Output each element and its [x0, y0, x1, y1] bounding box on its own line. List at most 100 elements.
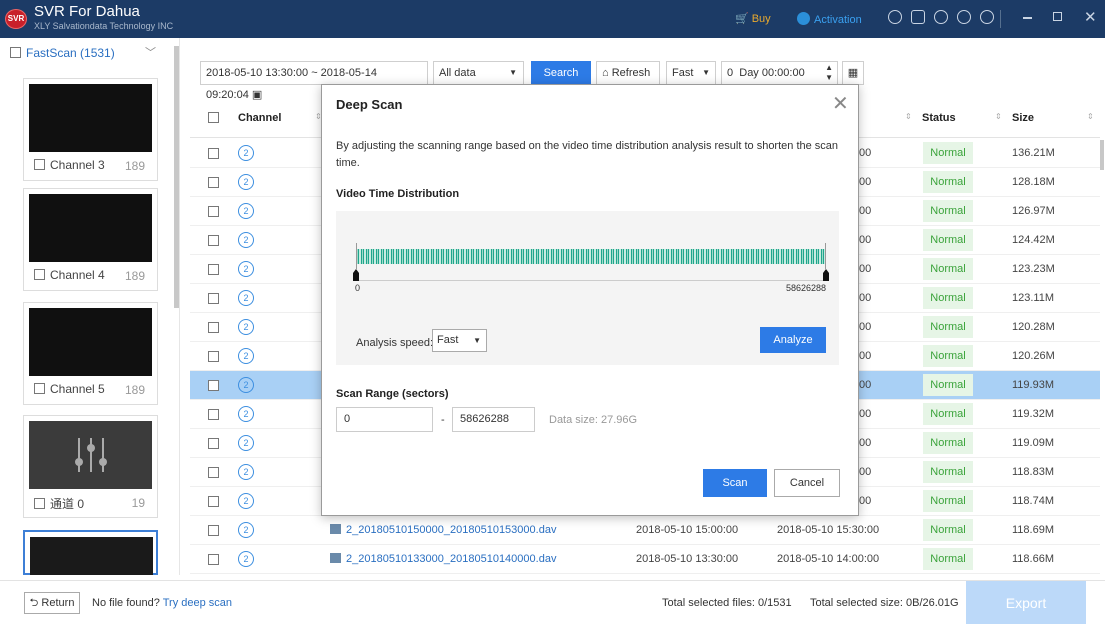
row-checkbox[interactable]: [208, 496, 219, 507]
status-badge: Normal: [923, 374, 973, 396]
row-checkbox[interactable]: [208, 293, 219, 304]
dropdown-arrow-icon: ▼: [702, 68, 710, 77]
channel-checkbox[interactable]: [34, 383, 45, 394]
date-range-picker[interactable]: 2018-05-10 13:30:00 ~ 2018-05-14 09:20:0…: [200, 61, 428, 101]
cancel-button[interactable]: Cancel: [774, 469, 840, 497]
table-row[interactable]: 2 2_20180510133000_20180510140000.dav 2018…: [190, 545, 1100, 574]
row-checkbox[interactable]: [208, 380, 219, 391]
analyze-button[interactable]: Analyze: [760, 327, 826, 353]
channel-sidebar: FastScan (1531) ﹀ Channel 3 189 Channel …: [0, 38, 180, 575]
scan-from-input[interactable]: 0: [336, 407, 433, 432]
range-max-handle[interactable]: [823, 269, 829, 281]
range-track[interactable]: [356, 280, 826, 281]
channel-card[interactable]: Channel 5 189: [23, 302, 158, 405]
refresh-button[interactable]: ⌂ Refresh: [596, 61, 660, 85]
sidebar-scrollbar[interactable]: [174, 46, 179, 308]
status-header[interactable]: Status: [922, 112, 956, 124]
channel-card[interactable]: Channel 3 189: [23, 78, 158, 181]
package-icon[interactable]: [911, 10, 925, 24]
row-checkbox[interactable]: [208, 148, 219, 159]
data-size-label: Data size: 27.96G: [549, 414, 638, 426]
sort-icon[interactable]: ⇕: [995, 112, 1002, 121]
cart-icon: 🛒: [735, 13, 749, 25]
speed-value: Fast: [672, 67, 694, 79]
fastscan-checkbox[interactable]: [10, 47, 21, 58]
chevron-down-icon[interactable]: ﹀: [145, 44, 156, 60]
row-checkbox[interactable]: [208, 235, 219, 246]
return-icon: ⮌: [29, 597, 42, 609]
scan-to-input[interactable]: 58626288: [452, 407, 535, 432]
calculator-icon[interactable]: ▦: [842, 61, 864, 85]
buy-button[interactable]: 🛒 Buy: [735, 12, 771, 25]
row-checkbox[interactable]: [208, 206, 219, 217]
channel-label[interactable]: Channel 5: [34, 382, 105, 396]
scan-button[interactable]: Scan: [703, 469, 767, 497]
file-name[interactable]: 2_20180510133000_20180510140000.dav: [330, 553, 556, 565]
deep-scan-link[interactable]: Try deep scan: [163, 597, 232, 609]
fastscan-label: FastScan (1531): [26, 46, 115, 60]
maximize-button[interactable]: [1053, 12, 1062, 21]
activation-label: Activation: [814, 14, 862, 26]
end-time: 00: [859, 263, 872, 275]
close-icon[interactable]: ✕: [832, 91, 849, 116]
return-button[interactable]: ⮌ Return: [24, 592, 80, 614]
row-checkbox[interactable]: [208, 322, 219, 333]
row-checkbox[interactable]: [208, 438, 219, 449]
channel-label[interactable]: Channel 4: [34, 268, 105, 282]
time-offset-input[interactable]: 0 Day 00:00:00 ▲ ▼: [721, 61, 838, 85]
close-button[interactable]: ✕: [1084, 8, 1097, 26]
channel-card[interactable]: Channel 4 189: [23, 188, 158, 291]
table-scrollbar[interactable]: [1100, 140, 1104, 170]
export-button[interactable]: Export: [966, 581, 1086, 624]
analysis-speed-select[interactable]: Fast ▼: [432, 329, 487, 352]
file-name[interactable]: 2_20180510150000_20180510153000.dav: [330, 524, 556, 536]
channel-label[interactable]: Channel 3: [34, 158, 105, 172]
info-icon[interactable]: [980, 10, 994, 24]
status-badge: Normal: [923, 345, 973, 367]
range-min-label: 0: [355, 283, 361, 293]
row-checkbox[interactable]: [208, 554, 219, 565]
help-icon[interactable]: [957, 10, 971, 24]
sort-icon[interactable]: ⇕: [1087, 112, 1094, 121]
upload-icon[interactable]: [934, 10, 948, 24]
table-row[interactable]: 2 2_20180510150000_20180510153000.dav 2018…: [190, 516, 1100, 545]
speed-select[interactable]: Fast ▼: [666, 61, 716, 85]
channel-count: 189: [124, 383, 145, 397]
channel-checkbox[interactable]: [34, 498, 45, 509]
row-checkbox[interactable]: [208, 264, 219, 275]
status-badge: Normal: [923, 142, 973, 164]
search-button[interactable]: Search: [531, 61, 591, 85]
data-filter-select[interactable]: All data ▼: [433, 61, 524, 85]
channel-header[interactable]: Channel: [238, 112, 281, 124]
row-checkbox[interactable]: [208, 351, 219, 362]
end-time: 00: [859, 147, 872, 159]
channel-thumbnail: [30, 537, 153, 575]
end-time: 00: [859, 408, 872, 420]
row-checkbox[interactable]: [208, 409, 219, 420]
channel-card[interactable]: [23, 530, 158, 575]
row-checkbox[interactable]: [208, 525, 219, 536]
bottom-bar: ⮌ Return No file found? Try deep scan To…: [0, 580, 1105, 624]
channel-label[interactable]: 通道 0: [34, 495, 84, 512]
activation-button[interactable]: Activation: [797, 12, 862, 26]
sort-icon[interactable]: ⇕: [905, 112, 912, 121]
stepper-icon[interactable]: ▲ ▼: [825, 63, 833, 83]
settings-icon[interactable]: [888, 10, 902, 24]
minimize-button[interactable]: [1023, 17, 1032, 19]
channel-checkbox[interactable]: [34, 269, 45, 280]
deep-scan-dialog: Deep Scan ✕ By adjusting the scanning ra…: [321, 84, 859, 516]
row-checkbox[interactable]: [208, 467, 219, 478]
distribution-bar: [356, 243, 826, 269]
channel-checkbox[interactable]: [34, 159, 45, 170]
file-size: 120.28M: [1012, 321, 1055, 333]
fastscan-header[interactable]: FastScan (1531): [10, 46, 115, 60]
channel-badge: 2: [238, 435, 254, 451]
scan-range-title: Scan Range (sectors): [336, 388, 449, 400]
no-video-icon: [74, 438, 108, 472]
channel-badge: 2: [238, 174, 254, 190]
range-min-handle[interactable]: [353, 269, 359, 281]
channel-card[interactable]: 通道 0 19: [23, 415, 158, 518]
size-header[interactable]: Size: [1012, 112, 1034, 124]
row-checkbox[interactable]: [208, 177, 219, 188]
select-all-checkbox[interactable]: [208, 112, 219, 123]
